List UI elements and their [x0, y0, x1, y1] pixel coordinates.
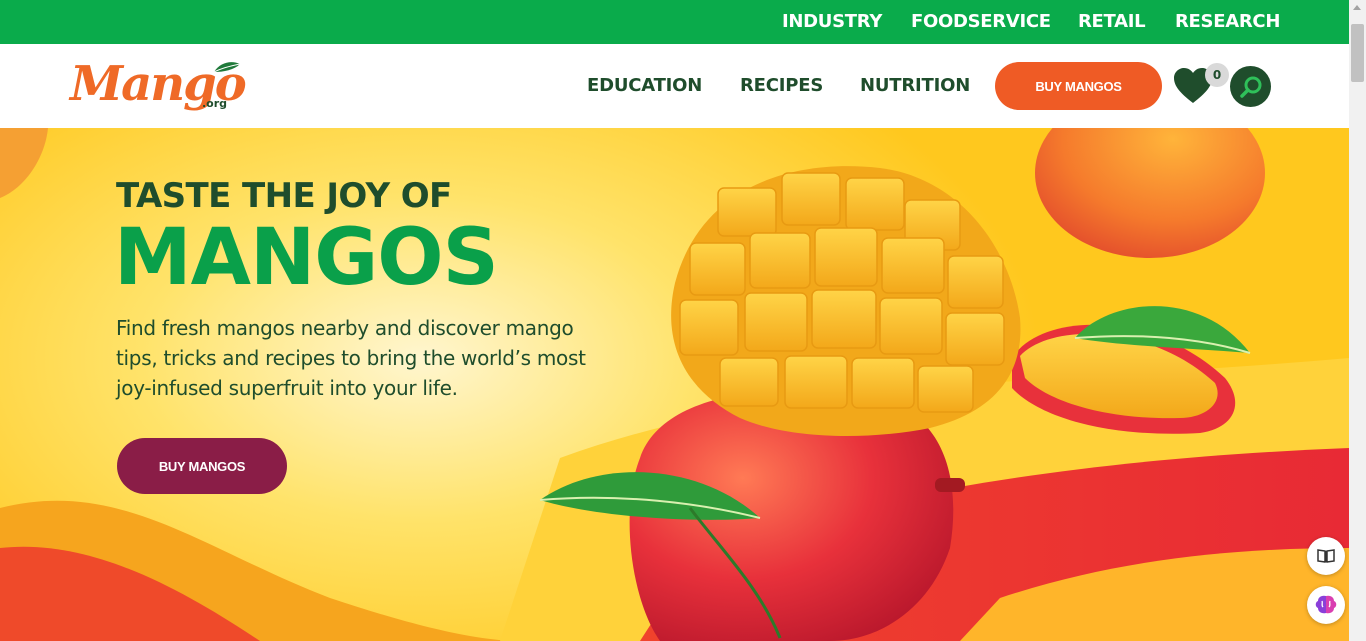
buy-mangos-button-header[interactable]: BUY MANGOS	[995, 62, 1162, 110]
ai-assistant-button[interactable]	[1307, 586, 1345, 624]
leaf-icon	[213, 62, 241, 73]
hero-kicker: TASTE THE JOY OF	[116, 176, 452, 216]
book-icon	[1317, 549, 1335, 563]
hero-section: TASTE THE JOY OF MANGOS Find fresh mango…	[0, 128, 1349, 641]
top-nav-research[interactable]: RESEARCH	[1175, 10, 1280, 34]
hero-lead-text: Find fresh mangos nearby and discover ma…	[116, 316, 586, 400]
vertical-scrollbar[interactable]	[1349, 0, 1366, 641]
top-utility-bar: INDUSTRY FOODSERVICE RETAIL RESEARCH	[0, 0, 1349, 44]
logo-suffix: .org	[202, 97, 228, 110]
buy-mangos-button-hero[interactable]: BUY MANGOS	[117, 438, 287, 494]
reader-mode-button[interactable]	[1307, 537, 1345, 575]
scrollbar-thumb[interactable]	[1351, 24, 1364, 82]
brain-icon	[1315, 595, 1337, 614]
favorites-count-badge: 0	[1205, 63, 1229, 87]
nav-nutrition[interactable]: NUTRITION	[860, 74, 970, 98]
nav-education[interactable]: EDUCATION	[587, 74, 702, 98]
search-button[interactable]	[1230, 66, 1271, 107]
search-icon	[1239, 76, 1261, 98]
hero-headline: MANGOS	[114, 213, 499, 303]
nav-recipes[interactable]: RECIPES	[740, 74, 823, 98]
scroll-up-arrow-icon[interactable]	[1353, 5, 1361, 10]
site-logo[interactable]: Mango .org	[70, 56, 247, 120]
top-nav-foodservice[interactable]: FOODSERVICE	[911, 10, 1051, 34]
top-nav-industry[interactable]: INDUSTRY	[782, 10, 882, 34]
top-nav-retail[interactable]: RETAIL	[1078, 10, 1146, 34]
main-header: Mango .org EDUCATION RECIPES NUTRITION B…	[0, 44, 1349, 128]
